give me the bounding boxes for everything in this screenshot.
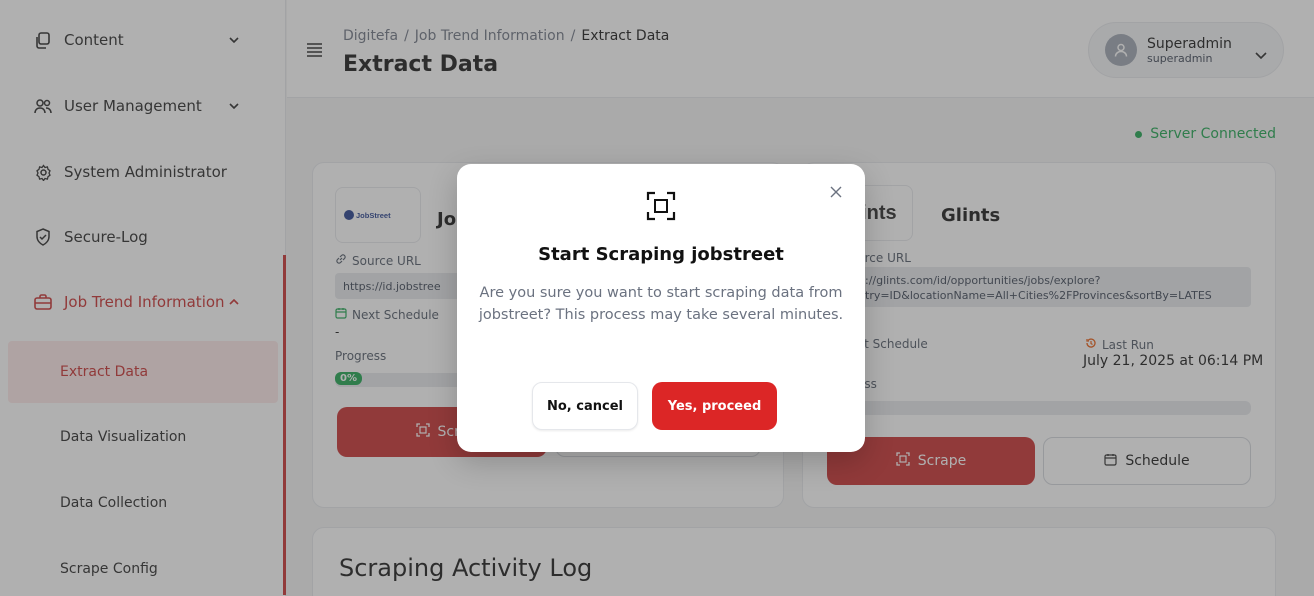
cancel-button[interactable]: No, cancel <box>532 382 638 430</box>
close-icon[interactable] <box>829 184 843 198</box>
dialog-title: Start Scraping jobstreet <box>538 244 784 265</box>
scan-icon <box>645 190 677 222</box>
proceed-button[interactable]: Yes, proceed <box>652 382 777 430</box>
confirm-scrape-dialog: Start Scraping jobstreet Are you sure yo… <box>457 164 865 452</box>
dialog-message: Are you sure you want to start scraping … <box>478 285 844 323</box>
